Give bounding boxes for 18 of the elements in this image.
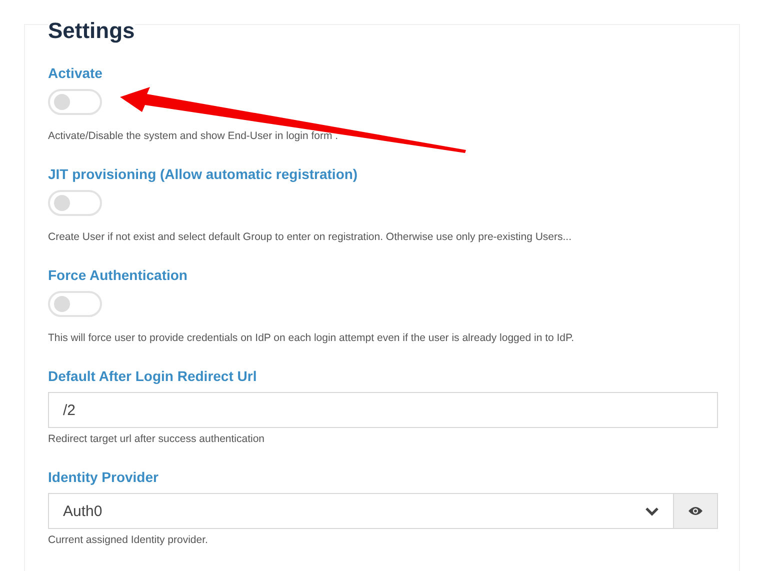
field-label: Activate xyxy=(48,64,102,82)
help-text: This will force user to provide credentials on IdP on each login attempt even if the user is already logged in to IdP. xyxy=(48,331,574,345)
eye-icon xyxy=(688,506,703,516)
toggle-switch[interactable] xyxy=(48,291,102,317)
view-button[interactable] xyxy=(674,493,718,529)
help-text: Activate/Disable the system and show End-User in login form . xyxy=(48,129,338,143)
chevron-down-icon xyxy=(645,506,659,516)
field-label: Identity Provider xyxy=(48,468,158,486)
help-text: Redirect target url after success authentication xyxy=(48,432,265,446)
toggle-switch[interactable] xyxy=(48,89,102,115)
help-text: Create User if not exist and select default Group to enter on registration. Otherwise use only pre-existing Users... xyxy=(48,230,572,244)
url-input[interactable]: /2 xyxy=(48,392,718,428)
toggle-switch[interactable] xyxy=(48,190,102,216)
help-text: Current assigned Identity provider. xyxy=(48,533,208,547)
field-label: Default After Login Redirect Url xyxy=(48,367,257,385)
provider-select[interactable]: Auth0 xyxy=(48,493,674,529)
field-label: JIT provisioning (Allow automatic registration) xyxy=(48,165,358,183)
field-label: Force Authentication xyxy=(48,266,188,284)
